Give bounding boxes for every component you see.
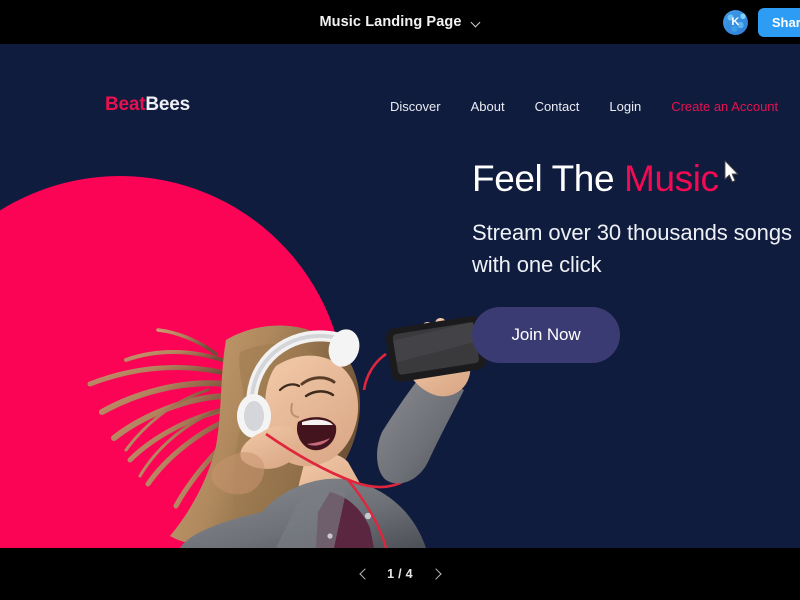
prototype-top-bar-actions: K Share [722, 0, 800, 44]
logo-text-bees: Bees [145, 94, 191, 115]
page-counter: 1 / 4 [387, 567, 413, 581]
prototype-title: Music Landing Page [319, 14, 462, 30]
landing-page-canvas: BeatBees Discover About Contact Login Cr… [0, 44, 800, 548]
avatar[interactable]: K [722, 9, 748, 35]
nav-links: Discover About Contact Login Create an A… [375, 99, 778, 114]
nav-item-discover[interactable]: Discover [375, 99, 456, 114]
hero-copy: Feel The Music Stream over 30 thousands … [472, 158, 792, 364]
nav-item-create-an-account[interactable]: Create an Account [656, 99, 778, 114]
site-logo[interactable]: BeatBees [105, 94, 190, 116]
share-button[interactable]: Share [757, 7, 800, 37]
nav-item-about[interactable]: About [456, 99, 520, 114]
hero-subtitle: Stream over 30 thousands songs with one … [472, 219, 792, 278]
chevron-left-icon[interactable] [355, 566, 371, 582]
hero-photo-woman-with-headphones [87, 316, 487, 548]
join-now-button[interactable]: Join Now [472, 307, 620, 364]
mouse-cursor [724, 160, 739, 183]
avatar-initial: K [731, 16, 740, 28]
prototype-footer: 1 / 4 [0, 548, 800, 600]
chevron-right-icon[interactable] [429, 566, 445, 582]
prototype-top-bar: Music Landing Page K Share [0, 0, 800, 44]
site-navbar: BeatBees Discover About Contact Login Cr… [0, 44, 800, 169]
nav-item-contact[interactable]: Contact [520, 99, 595, 114]
nav-item-login[interactable]: Login [594, 99, 656, 114]
logo-text-beat: Beat [105, 94, 146, 115]
chevron-down-icon[interactable] [471, 18, 481, 28]
prototype-title-dropdown[interactable]: Music Landing Page [320, 14, 481, 30]
